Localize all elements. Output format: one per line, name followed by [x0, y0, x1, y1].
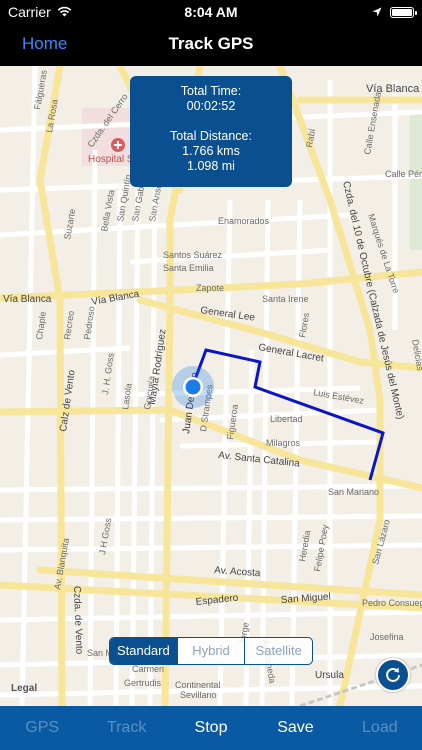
map-label: Continental: [175, 680, 221, 690]
map-label: Santa Irene: [262, 294, 309, 304]
map-label: Chaple: [34, 311, 48, 341]
map-label: Recreo: [62, 310, 76, 340]
map-label: Zapote: [196, 283, 224, 293]
load-button[interactable]: Load: [338, 706, 422, 750]
map-type-segmented-control[interactable]: Standard Hybrid Satellite: [109, 637, 313, 665]
page-title: Track GPS: [168, 34, 254, 53]
map-type-hybrid[interactable]: Hybrid: [176, 638, 245, 664]
map-label: J. H. Goss: [100, 352, 116, 395]
map-label: Pedro Consuegra: [362, 598, 422, 608]
map-label: Carmen: [132, 664, 164, 674]
total-distance-label: Total Distance:: [170, 129, 252, 143]
map-type-satellite[interactable]: Satellite: [244, 638, 312, 664]
map-label: Ursula: [315, 670, 344, 681]
park-area: [410, 110, 422, 250]
map-label: Santos Suárez: [163, 250, 223, 260]
map-label: Rabí: [304, 127, 317, 148]
map-label: San Mariano: [328, 487, 379, 497]
status-time: 8:04 AM: [184, 4, 238, 20]
map-label: Sevillano: [180, 690, 217, 700]
map-label: Milagros: [266, 438, 301, 448]
tracking-info-panel: Total Time: 00:02:52 Total Distance: 1.7…: [130, 76, 292, 187]
total-time-value: 00:02:52: [186, 99, 236, 113]
map-legal-link[interactable]: Legal: [11, 683, 37, 694]
refresh-icon: [386, 667, 400, 682]
battery-icon: [390, 6, 417, 18]
hospital-icon: [111, 138, 125, 152]
total-distance-kms: 1.766 kms: [182, 144, 240, 158]
map-label: Josefina: [370, 632, 404, 642]
total-time-label: Total Time:: [180, 84, 242, 98]
map-type-standard[interactable]: Standard: [110, 638, 177, 664]
location-arrow-icon: [372, 4, 382, 20]
bottom-toolbar: GPS Track Stop Save Load: [0, 706, 422, 750]
map-label: Santa Emilia: [163, 263, 214, 273]
map-label: Enamorados: [218, 216, 270, 226]
current-location-marker: [172, 366, 214, 408]
map-label: Suzarte: [62, 208, 77, 240]
map-label: Vía Blanca: [3, 294, 52, 305]
track-button[interactable]: Track: [84, 706, 168, 750]
map-label: Gertrudis: [124, 678, 162, 688]
map-label: Calle Pérez: [385, 169, 422, 179]
total-distance-mi: 1.098 mi: [187, 159, 235, 173]
map-label: Libertad: [270, 414, 303, 424]
navigation-bar: Home Track GPS: [0, 24, 422, 66]
map-label: Czda. de Vento: [71, 586, 84, 655]
refresh-button[interactable]: [376, 658, 410, 692]
map-label: Av. Blanquita: [52, 537, 71, 590]
map-label: Bella Vista: [99, 189, 116, 232]
status-bar: Carrier 8:04 AM: [0, 0, 422, 24]
stop-button[interactable]: Stop: [169, 706, 253, 750]
save-button[interactable]: Save: [253, 706, 337, 750]
gps-button[interactable]: GPS: [0, 706, 84, 750]
map-label: Lasola: [120, 383, 134, 411]
status-right: [372, 4, 417, 20]
